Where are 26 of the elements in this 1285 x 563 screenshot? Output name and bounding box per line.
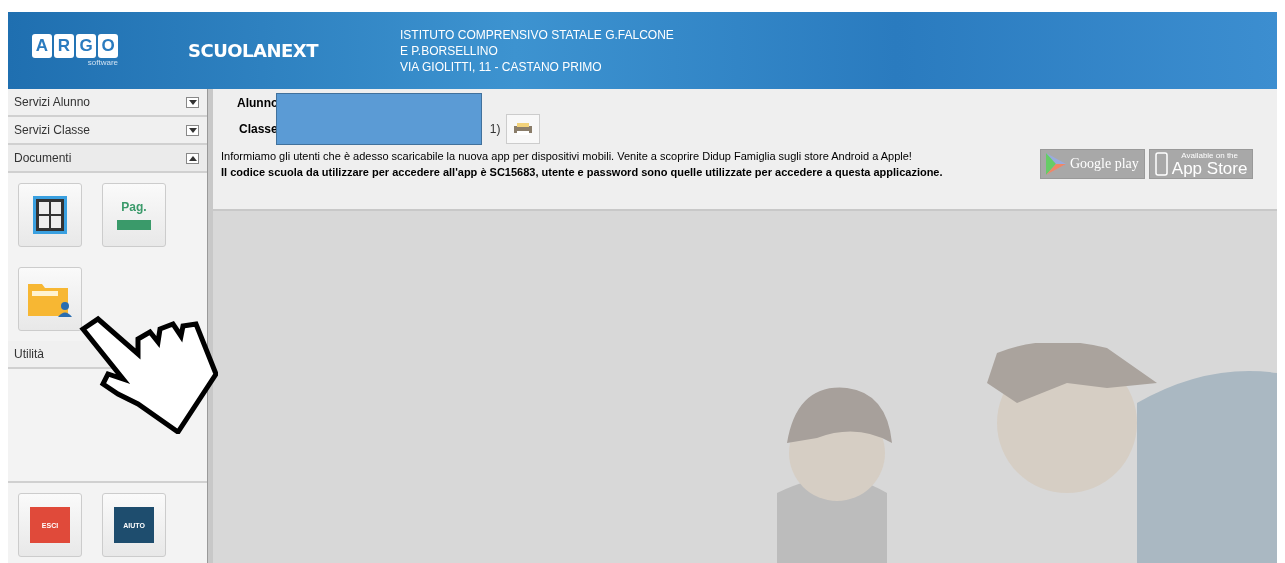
document-tile-button[interactable]: [18, 183, 82, 247]
product-name: SCUOLANEXT: [188, 40, 320, 61]
expand-icon[interactable]: [186, 96, 199, 108]
play-icon: [1046, 153, 1066, 175]
logo-letter: O: [98, 34, 118, 58]
expand-icon[interactable]: [186, 124, 199, 136]
bar-icon: [117, 220, 151, 230]
accordion-header[interactable]: Documenti: [8, 145, 207, 173]
logo-letter: A: [32, 34, 52, 58]
logo-letter: G: [76, 34, 96, 58]
print-button[interactable]: [506, 114, 541, 144]
school-info: ISTITUTO COMPRENSIVO STATALE G.FALCONE: [400, 27, 674, 42]
logo-subtitle: software: [87, 58, 118, 67]
page-label: Pag.: [121, 200, 147, 214]
phone-icon: [1154, 152, 1168, 176]
school-info: VIA GIOLITTI, 11 - CASTANO PRIMO: [400, 59, 603, 74]
app-notice: Informiamo gli utenti che è adesso scaricabile la nuova app per dispositivi mobili. Venite a scoprire Didup Famiglia sugli store Android a Apple!: [221, 150, 913, 162]
class-label: Classe: [239, 122, 278, 136]
printer-icon: [514, 123, 533, 135]
collapse-icon[interactable]: [186, 152, 199, 164]
class-value: 1): [489, 122, 501, 136]
grid-icon: [33, 196, 67, 234]
school-info: E P.BORSELLINO: [400, 43, 499, 58]
document-tile-button[interactable]: [18, 267, 82, 331]
school-code-notice: Il codice scuola da utilizzare per accedere all'app è SC15683, utente e password sono quelle utilizzate per accedere a questa applicazione.: [221, 166, 944, 178]
logo-letter: R: [54, 34, 74, 58]
